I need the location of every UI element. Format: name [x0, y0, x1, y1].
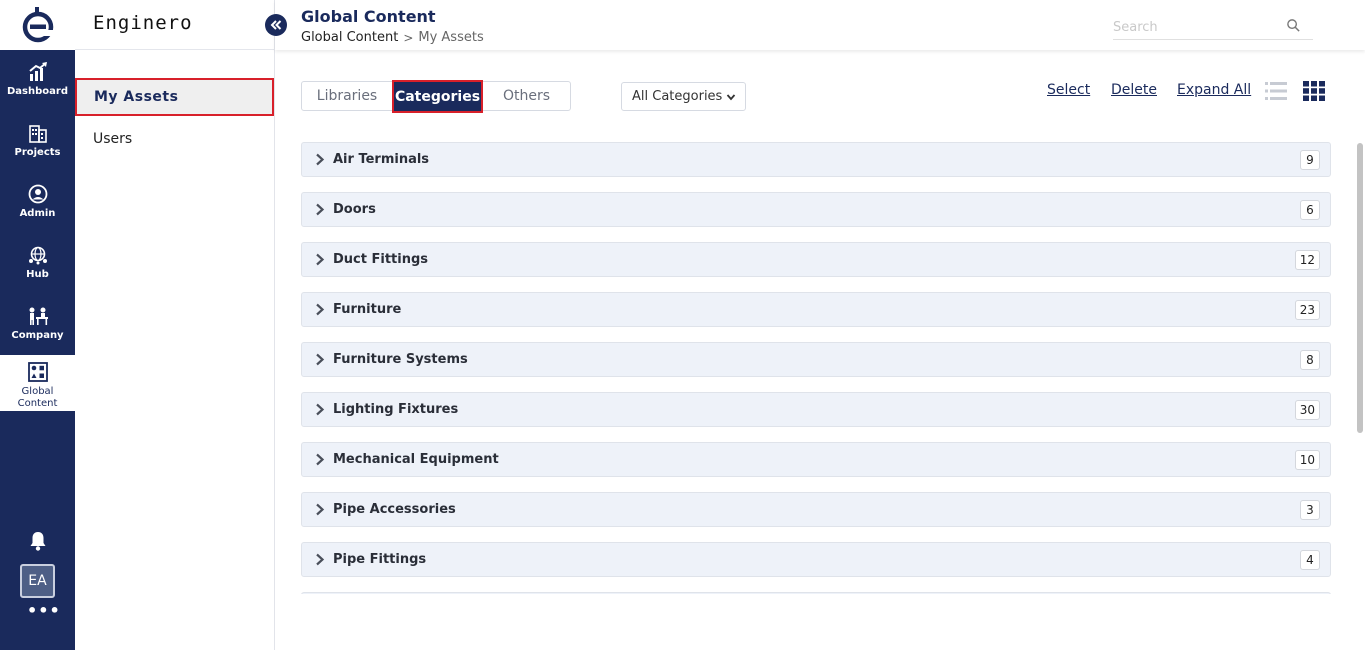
- category-row-pipe-fittings[interactable]: Pipe Fittings 4: [301, 542, 1331, 577]
- chevron-right-icon: [316, 553, 325, 566]
- tab-libraries[interactable]: Libraries: [302, 82, 392, 110]
- category-count-badge: 8: [1300, 350, 1320, 370]
- chevron-right-icon: [316, 403, 325, 416]
- category-count-badge: 3: [1300, 500, 1320, 520]
- tab-categories[interactable]: Categories: [392, 80, 483, 113]
- category-row-furniture-systems[interactable]: Furniture Systems 8: [301, 342, 1331, 377]
- list-view-icon[interactable]: [1265, 81, 1287, 101]
- category-name: Duct Fittings: [333, 252, 429, 267]
- category-name: Doors: [333, 202, 376, 217]
- rail-item-company[interactable]: Company: [0, 299, 75, 357]
- category-row-air-terminals[interactable]: Air Terminals 9: [301, 142, 1331, 177]
- category-row-mechanical-equipment[interactable]: Mechanical Equipment 10: [301, 442, 1331, 477]
- chevron-right-icon: [316, 253, 325, 266]
- category-count-badge: 4: [1300, 550, 1320, 570]
- chevron-right-icon: [316, 303, 325, 316]
- category-name: Furniture: [333, 302, 402, 317]
- panel-item-my-assets[interactable]: My Assets: [75, 78, 274, 116]
- category-row-furniture[interactable]: Furniture 23: [301, 292, 1331, 327]
- chevron-right-icon: [316, 503, 325, 516]
- rail-item-projects[interactable]: Projects: [0, 116, 75, 174]
- category-count-badge: 23: [1294, 300, 1320, 320]
- chevron-right-icon: [316, 153, 325, 166]
- category-row-pipe-accessories[interactable]: Pipe Accessories 3: [301, 492, 1331, 527]
- rail-item-label: Company: [11, 330, 64, 341]
- category-name: Pipe Accessories: [333, 502, 456, 517]
- main-scrollbar[interactable]: [1357, 143, 1363, 433]
- category-name: Pipe Fittings: [333, 552, 427, 567]
- rail-item-admin[interactable]: Admin: [0, 177, 75, 235]
- rail-item-hub[interactable]: Hub: [0, 238, 75, 296]
- double-chevron-left-icon: [270, 20, 282, 30]
- category-row-doors[interactable]: Doors 6: [301, 192, 1331, 227]
- grid-view-icon[interactable]: [1303, 81, 1325, 101]
- logo[interactable]: [0, 0, 75, 50]
- rail-item-label: Hub: [26, 269, 49, 280]
- category-count-badge: 9: [1300, 150, 1320, 170]
- breadcrumb-current: My Assets: [418, 30, 484, 45]
- rail-item-label: Admin: [19, 208, 56, 219]
- globe-person-icon: [27, 244, 49, 266]
- category-filter-value: All Categories: [632, 89, 723, 104]
- category-count-badge: 6: [1300, 200, 1320, 220]
- breadcrumb: Global Content > My Assets: [301, 30, 484, 45]
- user-circle-icon: [27, 183, 49, 205]
- category-name: Air Terminals: [333, 152, 430, 167]
- category-row-duct-fittings[interactable]: Duct Fittings 12: [301, 242, 1331, 277]
- chevron-right-icon: [316, 203, 325, 216]
- more-options-icon[interactable]: •••: [27, 603, 60, 620]
- page-header: Global Content Global Content > My Asset…: [275, 0, 1365, 50]
- brand-name: Enginero: [93, 12, 193, 34]
- breadcrumb-root[interactable]: Global Content: [301, 30, 398, 45]
- app-root: Dashboard Projects Admin Hub Company Glo…: [0, 0, 1365, 650]
- search-input[interactable]: [1113, 16, 1293, 39]
- search-box: [1113, 16, 1313, 40]
- notification-bell-icon[interactable]: [27, 530, 49, 552]
- chevron-right-icon: [316, 453, 325, 466]
- rail-item-label: Projects: [14, 147, 61, 158]
- content-tabs: Libraries Categories Others: [301, 80, 571, 113]
- chevron-down-icon: [727, 93, 736, 100]
- category-count-badge: 10: [1294, 450, 1320, 470]
- panel-divider: [75, 49, 275, 50]
- collapse-sidebar-button[interactable]: [265, 14, 287, 36]
- category-filter-select[interactable]: All Categories: [621, 82, 746, 111]
- panel-item-users[interactable]: Users: [75, 120, 274, 158]
- category-row-lighting-fixtures[interactable]: Lighting Fixtures 30: [301, 392, 1331, 427]
- rail-item-global-content[interactable]: Global Content: [0, 355, 75, 411]
- select-link[interactable]: Select: [1047, 82, 1090, 102]
- rail-item-label: Dashboard: [7, 86, 68, 97]
- category-row-partial[interactable]: [301, 592, 1331, 594]
- chart-growth-icon: [27, 61, 49, 83]
- buildings-icon: [27, 122, 49, 144]
- rail-item-dashboard[interactable]: Dashboard: [0, 55, 75, 113]
- category-name: Furniture Systems: [333, 352, 468, 367]
- shapes-grid-icon: [27, 361, 49, 383]
- people-desk-icon: [27, 305, 49, 327]
- delete-link[interactable]: Delete: [1111, 82, 1157, 102]
- category-name: Lighting Fixtures: [333, 402, 459, 417]
- category-name: Mechanical Equipment: [333, 452, 499, 467]
- category-count-badge: 12: [1294, 250, 1320, 270]
- avatar[interactable]: EA: [20, 564, 55, 598]
- category-count-badge: 30: [1294, 400, 1320, 420]
- left-rail: Dashboard Projects Admin Hub Company Glo…: [0, 0, 75, 650]
- enginero-logo-icon: [22, 7, 53, 43]
- breadcrumb-separator: >: [403, 30, 414, 45]
- search-icon[interactable]: [1286, 18, 1301, 33]
- page-title: Global Content: [301, 7, 436, 26]
- expand-all-link[interactable]: Expand All: [1177, 82, 1251, 102]
- chevron-right-icon: [316, 353, 325, 366]
- secondary-panel: Enginero My Assets Users: [75, 0, 275, 650]
- category-list: Air Terminals 9 Doors 6 Duct Fittings 12…: [301, 142, 1331, 594]
- tab-others[interactable]: Others: [483, 82, 570, 110]
- rail-item-label: Global Content: [17, 386, 58, 409]
